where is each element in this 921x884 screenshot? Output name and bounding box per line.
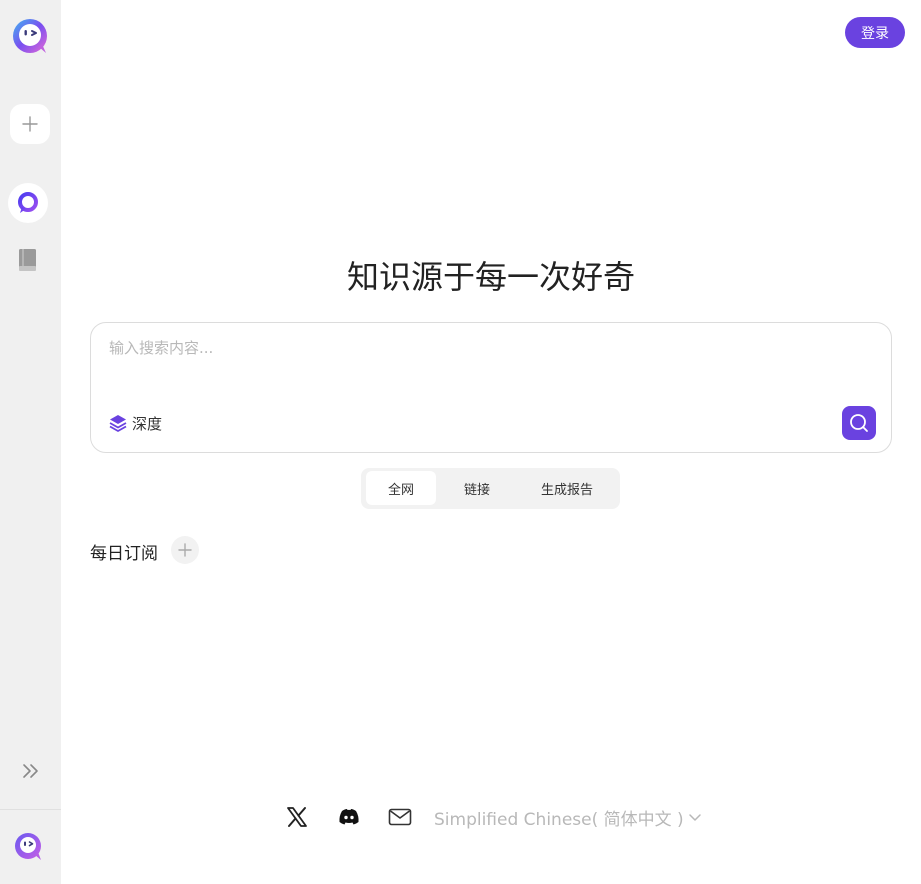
daily-subscription-title: 每日订阅 <box>90 544 158 564</box>
login-button[interactable]: 登录 <box>845 17 905 48</box>
plus-icon <box>22 116 38 132</box>
search-input[interactable] <box>109 337 869 359</box>
sidebar-divider <box>0 809 61 810</box>
user-avatar-icon[interactable] <box>13 831 43 861</box>
language-label: Simplified Chinese( 简体中文 ) <box>434 809 684 830</box>
page-title: 知识源于每一次好奇 <box>346 258 635 296</box>
mail-icon[interactable] <box>388 805 412 829</box>
tab-all-web[interactable]: 全网 <box>366 471 436 505</box>
new-chat-button[interactable] <box>10 104 50 144</box>
tab-generate-report[interactable]: 生成报告 <box>521 471 613 505</box>
search-box: 深度 <box>90 322 892 453</box>
deep-mode-toggle[interactable]: 深度 <box>108 412 162 434</box>
deep-mode-label: 深度 <box>132 414 163 433</box>
expand-sidebar-icon[interactable] <box>20 760 42 782</box>
plus-icon <box>178 543 192 557</box>
add-subscription-button[interactable] <box>171 536 199 564</box>
tab-link[interactable]: 链接 <box>441 471 513 505</box>
search-submit-button[interactable] <box>842 406 876 440</box>
discord-icon[interactable] <box>337 805 361 829</box>
sidebar <box>0 0 61 884</box>
search-mode-tabs: 全网 链接 生成报告 <box>361 468 620 509</box>
language-select[interactable]: Simplified Chinese( 简体中文 ) <box>434 805 702 830</box>
app-logo-icon[interactable] <box>11 17 49 55</box>
search-nav-button[interactable] <box>8 183 48 223</box>
chevron-down-icon <box>688 814 701 821</box>
layers-icon <box>109 415 127 432</box>
search-icon <box>850 414 868 432</box>
search-brand-icon <box>18 192 38 213</box>
library-book-icon[interactable] <box>16 247 40 273</box>
x-icon[interactable] <box>285 805 309 829</box>
